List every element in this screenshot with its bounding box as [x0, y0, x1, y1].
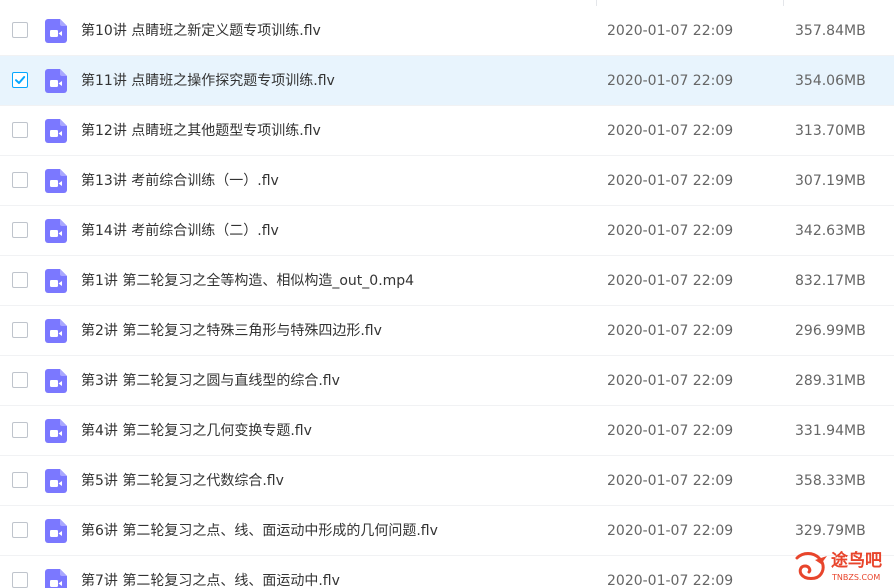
file-modified-date: 2020-01-07 22:09 — [607, 573, 734, 588]
file-row[interactable]: 第5讲 第二轮复习之代数综合.flv 2020-01-07 22:09 358.33… — [0, 456, 894, 506]
row-checkbox[interactable] — [12, 122, 28, 138]
file-size: 289.31MB — [795, 373, 866, 389]
file-name[interactable]: 第7讲 第二轮复习之点、线、面运动中.flv — [81, 570, 581, 588]
checkmark-icon — [15, 76, 26, 84]
file-row[interactable]: 第11讲 点睛班之操作探究题专项训练.flv 2020-01-07 22:09 35… — [0, 56, 894, 106]
file-modified-date: 2020-01-07 22:09 — [607, 273, 734, 289]
video-file-icon — [45, 469, 67, 493]
row-checkbox[interactable] — [12, 272, 28, 288]
watermark-text: 途鸟吧 — [831, 551, 882, 571]
file-modified-date: 2020-01-07 22:09 — [607, 23, 734, 39]
row-checkbox[interactable] — [12, 222, 28, 238]
file-row[interactable]: 第14讲 考前综合训练（二）.flv 2020-01-07 22:09 342.63… — [0, 206, 894, 256]
row-checkbox[interactable] — [12, 172, 28, 188]
file-row[interactable]: 第12讲 点睛班之其他题型专项训练.flv 2020-01-07 22:09 313… — [0, 106, 894, 156]
file-size: 357.84MB — [795, 23, 866, 39]
file-row[interactable]: 第4讲 第二轮复习之几何变换专题.flv 2020-01-07 22:09 331.… — [0, 406, 894, 456]
file-name[interactable]: 第4讲 第二轮复习之几何变换专题.flv — [81, 420, 581, 442]
file-size: 342.63MB — [795, 223, 866, 239]
watermark-subtext: TNBZS.COM — [832, 573, 881, 582]
file-size: 296.99MB — [795, 323, 866, 339]
file-row[interactable]: 第6讲 第二轮复习之点、线、面运动中形成的几何问题.flv 2020-01-07 … — [0, 506, 894, 556]
file-name[interactable]: 第5讲 第二轮复习之代数综合.flv — [81, 470, 581, 492]
file-name[interactable]: 第1讲 第二轮复习之全等构造、相似构造_out_0.mp4 — [81, 270, 581, 292]
video-file-icon — [45, 69, 67, 93]
file-name[interactable]: 第12讲 点睛班之其他题型专项训练.flv — [81, 120, 581, 142]
file-size: 329.79MB — [795, 523, 866, 539]
file-name[interactable]: 第14讲 考前综合训练（二）.flv — [81, 220, 581, 242]
file-row[interactable]: 第3讲 第二轮复习之圆与直线型的综合.flv 2020-01-07 22:09 28… — [0, 356, 894, 406]
file-name[interactable]: 第13讲 考前综合训练（一）.flv — [81, 170, 581, 192]
bird-logo-icon — [795, 552, 827, 580]
file-size: 832.17MB — [795, 273, 866, 289]
video-file-icon — [45, 169, 67, 193]
file-name[interactable]: 第3讲 第二轮复习之圆与直线型的综合.flv — [81, 370, 581, 392]
row-checkbox[interactable] — [12, 522, 28, 538]
row-checkbox[interactable] — [12, 472, 28, 488]
row-checkbox[interactable] — [12, 322, 28, 338]
watermark: 途鸟吧 TNBZS.COM — [793, 548, 891, 586]
file-list: 第10讲 点睛班之新定义题专项训练.flv 2020-01-07 22:09 357… — [0, 0, 894, 588]
file-size: 354.06MB — [795, 73, 866, 89]
file-name[interactable]: 第6讲 第二轮复习之点、线、面运动中形成的几何问题.flv — [81, 520, 581, 542]
video-file-icon — [45, 519, 67, 543]
file-size: 307.19MB — [795, 173, 866, 189]
row-checkbox[interactable] — [12, 372, 28, 388]
file-modified-date: 2020-01-07 22:09 — [607, 123, 734, 139]
file-modified-date: 2020-01-07 22:09 — [607, 373, 734, 389]
file-row[interactable]: 第13讲 考前综合训练（一）.flv 2020-01-07 22:09 307.19… — [0, 156, 894, 206]
video-file-icon — [45, 19, 67, 43]
file-row[interactable]: 第1讲 第二轮复习之全等构造、相似构造_out_0.mp4 2020-01-07 … — [0, 256, 894, 306]
file-name[interactable]: 第2讲 第二轮复习之特殊三角形与特殊四边形.flv — [81, 320, 581, 342]
file-size: 358.33MB — [795, 473, 866, 489]
video-file-icon — [45, 569, 67, 588]
row-checkbox[interactable] — [12, 422, 28, 438]
file-modified-date: 2020-01-07 22:09 — [607, 423, 734, 439]
row-checkbox[interactable] — [12, 72, 28, 88]
video-file-icon — [45, 319, 67, 343]
file-modified-date: 2020-01-07 22:09 — [607, 173, 734, 189]
row-checkbox[interactable] — [12, 572, 28, 588]
file-modified-date: 2020-01-07 22:09 — [607, 323, 734, 339]
file-size: 313.70MB — [795, 123, 866, 139]
video-file-icon — [45, 269, 67, 293]
file-row[interactable]: 第2讲 第二轮复习之特殊三角形与特殊四边形.flv 2020-01-07 22:0… — [0, 306, 894, 356]
video-file-icon — [45, 369, 67, 393]
file-modified-date: 2020-01-07 22:09 — [607, 73, 734, 89]
file-row[interactable]: 第10讲 点睛班之新定义题专项训练.flv 2020-01-07 22:09 357… — [0, 6, 894, 56]
file-size: 331.94MB — [795, 423, 866, 439]
video-file-icon — [45, 119, 67, 143]
row-checkbox[interactable] — [12, 22, 28, 38]
video-file-icon — [45, 419, 67, 443]
file-name[interactable]: 第11讲 点睛班之操作探究题专项训练.flv — [81, 70, 581, 92]
file-name[interactable]: 第10讲 点睛班之新定义题专项训练.flv — [81, 20, 581, 42]
file-modified-date: 2020-01-07 22:09 — [607, 523, 734, 539]
file-row[interactable]: 第7讲 第二轮复习之点、线、面运动中.flv 2020-01-07 22:09 — [0, 556, 894, 588]
file-modified-date: 2020-01-07 22:09 — [607, 473, 734, 489]
video-file-icon — [45, 219, 67, 243]
file-modified-date: 2020-01-07 22:09 — [607, 223, 734, 239]
